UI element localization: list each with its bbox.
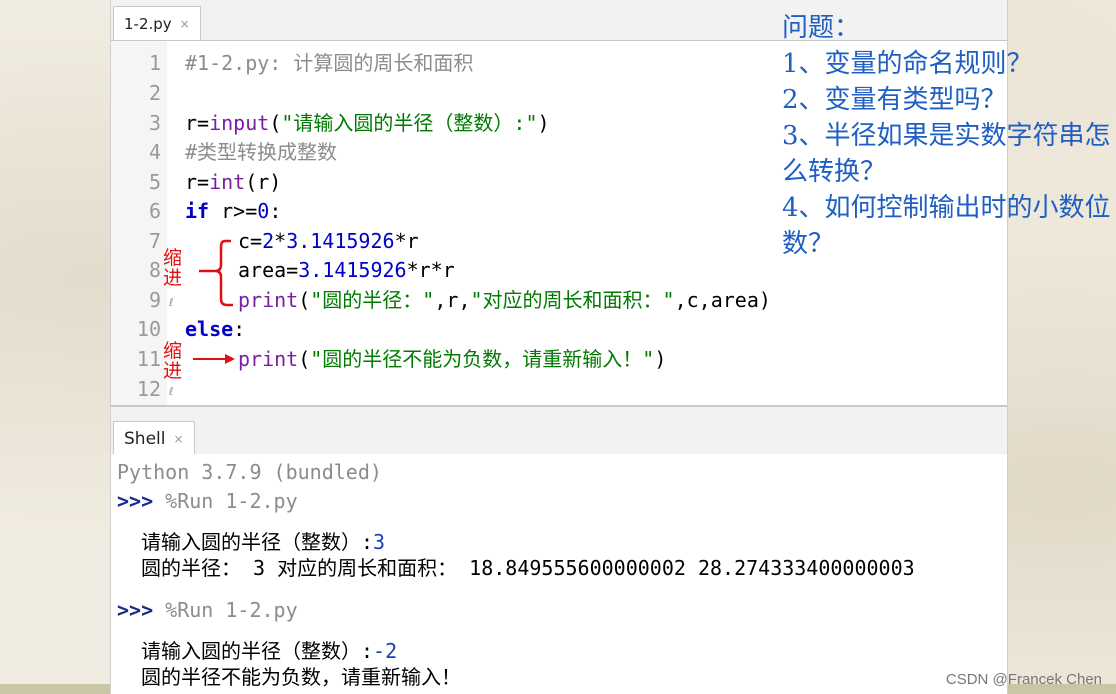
shell-output-prompt-2: 请输入圆的半径（整数）:-2 — [141, 637, 397, 665]
code-line-3: r=input("请输入圆的半径（整数）:") — [185, 108, 550, 138]
code-token: r= — [185, 111, 210, 135]
indent-annotation-2: 缩进 — [163, 340, 183, 382]
code-token-builtin: print — [238, 347, 299, 371]
line-number: 3 — [148, 111, 161, 135]
question-1: 1、变量的命名规则？ — [782, 49, 1033, 79]
line-end-marker: ℓ — [169, 385, 174, 398]
shell-output-prompt-1: 请输入圆的半径（整数）:3 — [141, 528, 385, 556]
code-token: r>= — [209, 199, 258, 223]
shell-tabbar: Shell × — [111, 405, 1007, 456]
line-end-marker: ℓ — [169, 296, 174, 309]
code-line-5: r=int(r) — [185, 167, 281, 197]
questions-panel: 问题： 1、变量的命名规则？ 2、变量有类型吗？ 3、半径如果是实数字符串怎么转… — [782, 10, 1112, 262]
shell-prompt: >>> — [117, 598, 154, 622]
code-token: ,c,area) — [674, 288, 771, 312]
code-token-string: "圆的半径：" — [310, 288, 435, 312]
shell-command-line-2: >>> %Run 1-2.py — [117, 596, 298, 624]
indent-arrow-icon — [193, 354, 235, 364]
code-token-builtin: int — [209, 170, 246, 194]
line-number: 12 — [136, 377, 161, 401]
code-token-number: 0 — [257, 199, 270, 223]
code-line-1: #1-2.py: 计算圆的周长和面积 — [185, 51, 474, 75]
editor-tab-label: 1-2.py — [124, 14, 172, 33]
indent-annotation-1: 缩进 — [163, 247, 183, 289]
code-token-number: 3.1415926 — [298, 258, 407, 282]
line-number: 1 — [148, 51, 161, 75]
code-token: ) — [654, 347, 667, 371]
code-token-string: "请输入圆的半径（整数）:" — [281, 111, 538, 135]
code-token: ( — [298, 347, 311, 371]
editor-tab-1-2-py[interactable]: 1-2.py × — [113, 6, 201, 40]
indent-brace-icon — [199, 239, 233, 307]
code-line-8: area=3.1415926*r*r — [238, 255, 455, 285]
line-number: 9 — [148, 288, 161, 312]
code-token: ( — [298, 288, 311, 312]
shell-user-input: -2 — [373, 639, 398, 663]
question-3: 3、半径如果是实数字符串怎么转换？ — [782, 121, 1111, 187]
line-number: 5 — [148, 170, 161, 194]
line-number: 10 — [136, 317, 161, 341]
shell-output-result-1: 圆的半径： 3 对应的周长和面积： 18.849555600000002 28.… — [141, 556, 915, 580]
code-line-9: print("圆的半径：",r,"对应的周长和面积：",c,area) — [238, 285, 771, 315]
shell-tab-label: Shell — [124, 428, 166, 449]
close-tab-icon[interactable]: × — [180, 17, 190, 31]
code-token: r= — [185, 170, 210, 194]
code-token: area= — [238, 258, 299, 282]
code-token: ,r, — [434, 288, 471, 312]
code-line-6: if r>=0: — [185, 196, 281, 226]
code-token-builtin: input — [209, 111, 270, 135]
shell-output-text: 请输入圆的半径（整数）: — [141, 530, 374, 554]
close-shell-tab-icon[interactable]: × — [173, 432, 183, 446]
line-number: 8 — [148, 258, 161, 282]
shell-run-command: %Run 1-2.py — [153, 489, 298, 513]
shell-user-input: 3 — [373, 530, 386, 554]
line-number: 11 — [136, 347, 161, 371]
line-number: 2 — [148, 81, 161, 105]
code-token: (r) — [245, 170, 282, 194]
shell-console[interactable]: Python 3.7.9 (bundled) >>> %Run 1-2.py 请… — [111, 454, 1007, 694]
shell-run-command: %Run 1-2.py — [153, 598, 298, 622]
line-number: 7 — [148, 229, 161, 253]
code-token-builtin: print — [238, 288, 299, 312]
questions-title: 问题： — [782, 13, 861, 43]
code-line-4: #类型转换成整数 — [185, 140, 338, 164]
shell-command-line-1: >>> %Run 1-2.py — [117, 487, 298, 515]
code-token-string: "对应的周长和面积：" — [470, 288, 675, 312]
line-number: 6 — [148, 199, 161, 223]
code-token: * — [274, 229, 287, 253]
code-token: ) — [537, 111, 550, 135]
question-4: 4、如何控制输出时的小数位数？ — [782, 193, 1111, 259]
line-number-gutter: 1 2 3 4 5 6 7 8 9 10 11 12 — [111, 41, 167, 405]
line-number: 4 — [148, 140, 161, 164]
code-token: c= — [238, 229, 263, 253]
code-token: ( — [269, 111, 282, 135]
code-token-keyword: if — [185, 199, 210, 223]
watermark: CSDN @Francek Chen — [945, 671, 1102, 688]
code-line-10: else: — [185, 314, 245, 344]
question-2: 2、变量有类型吗？ — [782, 85, 1007, 115]
shell-banner: Python 3.7.9 (bundled) — [117, 460, 382, 484]
shell-prompt: >>> — [117, 489, 154, 513]
code-token: *r*r — [406, 258, 455, 282]
code-token: *r — [394, 229, 419, 253]
code-token: : — [269, 199, 282, 223]
code-line-11: print("圆的半径不能为负数，请重新输入！") — [238, 344, 666, 374]
shell-tab[interactable]: Shell × — [113, 421, 195, 455]
code-token-string: "圆的半径不能为负数，请重新输入！" — [310, 347, 655, 371]
code-line-7: c=2*3.1415926*r — [238, 226, 419, 256]
code-token: : — [233, 317, 246, 341]
code-token-number: 3.1415926 — [286, 229, 395, 253]
code-token-number: 2 — [262, 229, 275, 253]
code-token-keyword: else — [185, 317, 234, 341]
shell-output-result-2: 圆的半径不能为负数，请重新输入！ — [141, 665, 461, 689]
shell-output-text: 请输入圆的半径（整数）: — [141, 639, 374, 663]
